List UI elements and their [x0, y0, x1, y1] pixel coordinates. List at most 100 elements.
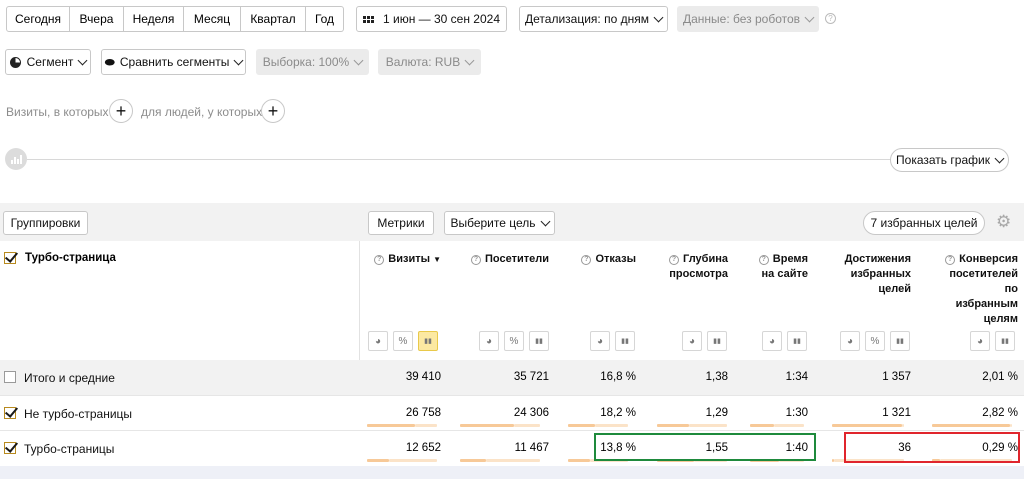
column-header[interactable]: ? Конверсия посетителей по избранным целям	[916, 252, 1018, 327]
currency-dropdown[interactable]: Валюта: RUB	[378, 49, 481, 75]
bar-chart-icon[interactable]: ▮▮	[615, 331, 635, 351]
compare-segments-dropdown[interactable]: ⬬ Сравнить сегменты	[101, 49, 246, 75]
bar-chart-icon[interactable]: ▮▮	[787, 331, 807, 351]
groupings-label: Группировки	[10, 216, 81, 230]
show-chart-button[interactable]: Показать график	[890, 148, 1009, 172]
column-header[interactable]: ? Глубина просмотра	[642, 252, 728, 282]
table-cell: 16,8 %	[600, 371, 636, 383]
bar-chart-icon[interactable]: ▮▮	[418, 331, 438, 351]
table-row[interactable]: Не турбо-страницы 26 758 24 306 18,2 % 1,29 1…	[0, 395, 1024, 430]
date-range-button[interactable]: 1 июн — 30 сен 2024	[356, 6, 507, 32]
bar-chart-icon[interactable]: ▮▮	[707, 331, 727, 351]
compare-icon: ⬬	[104, 54, 115, 69]
value-bar	[657, 424, 689, 427]
totals-row[interactable]: Итого и средние 39 410 35 721 16,8 % 1,38 1:3…	[0, 360, 1024, 395]
metrics-button[interactable]: Метрики	[368, 211, 434, 235]
table-cell: 35 721	[513, 371, 549, 383]
detail-label: Детализация: по дням	[525, 12, 649, 26]
value-bar-track	[902, 424, 904, 427]
chevron-down-icon	[994, 153, 1005, 163]
date-range-label: 1 июн — 30 сен 2024	[382, 12, 501, 26]
bar-chart-icon[interactable]: ▮▮	[890, 331, 910, 351]
chevron-down-icon	[464, 55, 475, 65]
help-icon[interactable]: ?	[825, 13, 836, 24]
pie-chart-icon[interactable]: ◕	[368, 331, 388, 351]
help-icon[interactable]: ?	[945, 255, 956, 265]
help-icon[interactable]: ?	[374, 255, 385, 265]
pie-chart-icon[interactable]: ◕	[590, 331, 610, 351]
detail-dropdown[interactable]: Детализация: по дням	[519, 6, 668, 32]
row-checkbox[interactable]	[4, 371, 16, 383]
sort-desc-icon[interactable]: ▼	[433, 255, 441, 264]
value-bar	[460, 459, 486, 462]
gear-icon[interactable]: ⚙	[996, 213, 1011, 230]
value-bar	[832, 424, 902, 427]
segment-label: Сегмент	[26, 55, 74, 69]
period-tab[interactable]: Месяц	[184, 6, 241, 32]
row-label: Итого и средние	[24, 371, 115, 385]
period-tab[interactable]: Сегодня	[6, 6, 70, 32]
period-tab[interactable]: Квартал	[241, 6, 306, 32]
help-icon[interactable]: ?	[669, 255, 680, 265]
period-tab[interactable]: Год	[306, 6, 344, 32]
add-people-filter-button[interactable]: +	[261, 99, 285, 123]
people-filter-label: для людей, у которых	[141, 105, 263, 119]
chevron-down-icon	[653, 12, 664, 22]
pie-chart-icon[interactable]: ◕	[840, 331, 860, 351]
table-cell: 39 410	[405, 371, 441, 383]
dimension-checkbox[interactable]	[4, 252, 16, 264]
row-label: Турбо-страницы	[24, 442, 115, 456]
table-cell: 1:30	[785, 407, 808, 419]
pie-chart-icon[interactable]: ◕	[682, 331, 702, 351]
table-cell: 1,29	[705, 407, 728, 419]
row-checkbox[interactable]	[4, 407, 16, 419]
help-icon[interactable]: ?	[471, 255, 482, 265]
segment-dropdown[interactable]: Сегмент	[5, 49, 91, 75]
chevron-down-icon	[353, 55, 364, 65]
value-bar	[568, 424, 595, 427]
choose-goal-dropdown[interactable]: Выберите цель	[444, 211, 555, 235]
bar-chart-icon[interactable]: ▮▮	[529, 331, 549, 351]
red-highlight-box	[844, 432, 1020, 463]
pie-chart-icon[interactable]: ◕	[970, 331, 990, 351]
pie-chart-icon[interactable]: ◕	[479, 331, 499, 351]
chart-icon	[5, 148, 27, 170]
row-checkbox[interactable]	[4, 442, 16, 454]
percent-icon[interactable]: %	[393, 331, 413, 351]
value-bar	[932, 424, 1010, 427]
value-bar	[367, 459, 389, 462]
table-cell: 1 321	[882, 407, 911, 419]
visits-filter-label: Визиты, в которых	[6, 105, 109, 119]
favorite-goals-button[interactable]: 7 избранных целей	[863, 211, 985, 235]
add-visit-filter-button[interactable]: +	[109, 99, 133, 123]
chevron-down-icon	[540, 216, 550, 226]
favorite-goals-label: 7 избранных целей	[870, 216, 978, 230]
value-bar	[367, 424, 415, 427]
value-bar-track	[595, 424, 628, 427]
column-header[interactable]: ? Отказы	[560, 252, 636, 267]
help-icon[interactable]: ?	[581, 255, 592, 265]
help-icon[interactable]: ?	[758, 255, 769, 265]
groupings-button[interactable]: Группировки	[3, 211, 88, 235]
percent-icon[interactable]: %	[865, 331, 885, 351]
sample-dropdown[interactable]: Выборка: 100%	[256, 49, 369, 75]
value-bar-track	[389, 459, 437, 462]
bar-chart-icon[interactable]: ▮▮	[995, 331, 1015, 351]
chevron-down-icon	[233, 55, 244, 65]
period-tab[interactable]: Вчера	[70, 6, 124, 32]
column-header[interactable]: ? Время на сайте	[732, 252, 808, 282]
percent-icon[interactable]: %	[504, 331, 524, 351]
currency-label: Валюта: RUB	[385, 55, 461, 69]
column-header[interactable]: Достижения избранных целей	[821, 252, 911, 297]
compare-segments-label: Сравнить сегменты	[119, 55, 230, 69]
period-tab[interactable]: Неделя	[124, 6, 184, 32]
data-filter-dropdown[interactable]: Данные: без роботов	[677, 6, 819, 32]
column-header[interactable]: ? Визиты ▼	[361, 252, 441, 267]
table-cell: 1:34	[785, 371, 808, 383]
column-header[interactable]: ? Посетители	[455, 252, 549, 267]
table-cell: 11 467	[514, 442, 549, 454]
chart-divider	[27, 159, 891, 160]
pie-chart-icon[interactable]: ◕	[762, 331, 782, 351]
green-highlight-box	[594, 433, 816, 461]
value-bar-track	[1010, 424, 1012, 427]
